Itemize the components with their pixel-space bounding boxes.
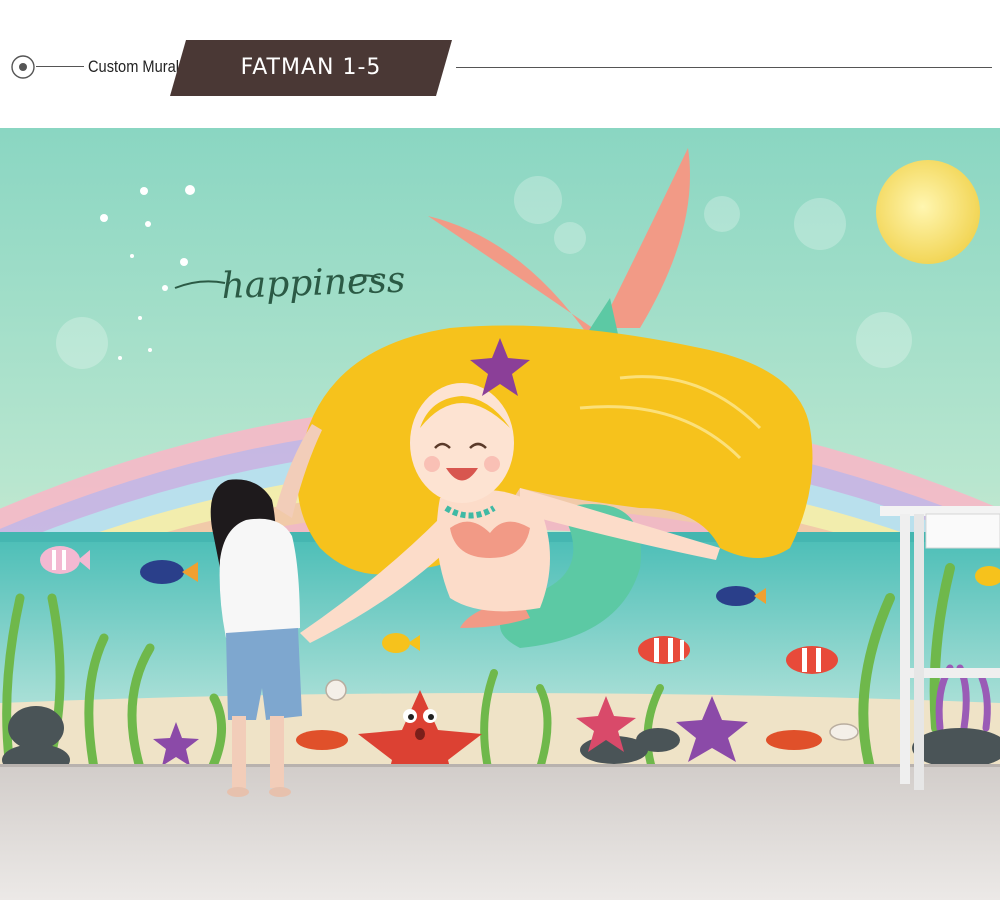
header-divider-left — [36, 66, 84, 67]
mural-wall: happiness — [0, 128, 1000, 768]
mural-photo: happiness — [0, 128, 1000, 900]
floor — [0, 766, 1000, 900]
header-divider-right — [456, 67, 992, 68]
happiness-script: happiness — [221, 260, 406, 307]
target-circle-icon — [11, 55, 35, 79]
product-title: FATMAN 1-5 — [240, 55, 382, 80]
custom-mural-label: Custom Mural — [88, 57, 179, 76]
moon — [876, 160, 980, 264]
header-bar: Custom Mural FATMAN 1-5 — [0, 0, 1000, 128]
